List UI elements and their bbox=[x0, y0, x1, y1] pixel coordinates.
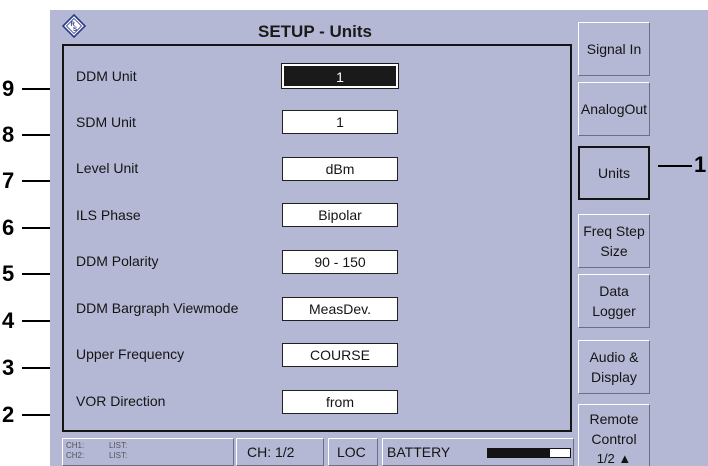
sdm-unit-field[interactable]: 1 bbox=[282, 110, 398, 134]
softkey-label: Remote bbox=[589, 411, 639, 427]
battery-indicator: BATTERY bbox=[382, 438, 574, 466]
mode-indicator: LOC bbox=[328, 438, 378, 466]
page-indicator: 1/2 ▲ bbox=[596, 451, 632, 466]
mode-text: LOC bbox=[337, 444, 366, 460]
softkey-label-2: Size bbox=[600, 243, 628, 259]
battery-label: BATTERY bbox=[387, 444, 451, 460]
softkey-label: Signal In bbox=[586, 41, 642, 57]
softkey-audio-display[interactable]: Audio & Display bbox=[578, 340, 650, 394]
instrument-screen: R S SETUP - Units DDM Unit 1 SDM Unit 1 … bbox=[50, 10, 708, 466]
setting-label: VOR Direction bbox=[76, 393, 166, 409]
softkey-label-2: Logger bbox=[592, 303, 636, 319]
softkey-label: Freq Step bbox=[583, 223, 645, 239]
page-title: SETUP - Units bbox=[258, 22, 372, 41]
setting-label: DDM Bargraph Viewmode bbox=[76, 300, 239, 316]
softkey-signal-in[interactable]: Signal In bbox=[578, 22, 650, 76]
channel-list-info: CH1: CH2: LIST: LIST: bbox=[62, 438, 234, 466]
list1-label: LIST: bbox=[109, 441, 128, 450]
vor-direction-field[interactable]: from bbox=[282, 390, 398, 414]
setting-label: DDM Unit bbox=[76, 68, 137, 84]
softkey-label: Audio & bbox=[589, 349, 639, 365]
ils-phase-field[interactable]: Bipolar bbox=[282, 203, 398, 227]
softkey-label: Data bbox=[599, 283, 629, 299]
status-bar: CH1: CH2: LIST: LIST: CH: 1/2 LOC BATTER… bbox=[62, 438, 574, 466]
setting-label: DDM Polarity bbox=[76, 253, 159, 269]
ddm-bargraph-viewmode-field[interactable]: MeasDev. bbox=[282, 297, 398, 321]
ddm-unit-field[interactable]: 1 bbox=[282, 64, 398, 88]
softkey-label-2: Control bbox=[591, 431, 637, 447]
setting-label: SDM Unit bbox=[76, 114, 136, 130]
ch2-label: CH2: bbox=[66, 451, 85, 460]
list2-label: LIST: bbox=[109, 451, 128, 460]
upper-frequency-field[interactable]: COURSE bbox=[282, 343, 398, 367]
setting-label: Upper Frequency bbox=[76, 346, 185, 362]
softkey-label: Units bbox=[598, 165, 630, 181]
svg-text:S: S bbox=[73, 27, 77, 33]
softkey-units[interactable]: Units bbox=[578, 146, 650, 200]
ddm-polarity-field[interactable]: 90 - 150 bbox=[282, 250, 398, 274]
softkey-analogout[interactable]: AnalogOut bbox=[578, 82, 650, 136]
softkey-label: AnalogOut bbox=[580, 101, 648, 117]
units-settings-panel: DDM Unit 1 SDM Unit 1 Level Unit dBm ILS… bbox=[62, 44, 572, 432]
softkey-freq-step-size[interactable]: Freq Step Size bbox=[578, 214, 650, 268]
level-unit-field[interactable]: dBm bbox=[282, 157, 398, 181]
setting-label: ILS Phase bbox=[76, 207, 141, 223]
softkey-label-2: Display bbox=[591, 369, 637, 385]
ch1-label: CH1: bbox=[66, 441, 85, 450]
battery-bar bbox=[487, 448, 571, 458]
setting-label: Level Unit bbox=[76, 160, 139, 176]
softkey-data-logger[interactable]: Data Logger bbox=[578, 274, 650, 328]
channel-indicator: CH: 1/2 bbox=[236, 438, 324, 466]
channel-text: CH: 1/2 bbox=[247, 444, 295, 460]
softkey-remote-control[interactable]: Remote Control 1/2 ▲ bbox=[578, 404, 650, 466]
battery-fill bbox=[488, 449, 550, 457]
rohde-schwarz-logo-icon: R S bbox=[62, 14, 86, 38]
